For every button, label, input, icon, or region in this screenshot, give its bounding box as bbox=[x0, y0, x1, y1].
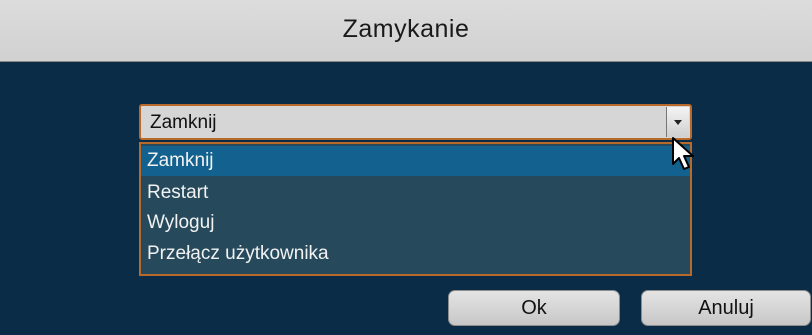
cancel-button[interactable]: Anuluj bbox=[641, 290, 811, 326]
dropdown-option-zamknij[interactable]: Zamknij bbox=[141, 146, 690, 176]
dropdown-toggle-button[interactable] bbox=[666, 107, 689, 137]
ok-button[interactable]: Ok bbox=[448, 290, 620, 326]
chevron-down-icon bbox=[674, 120, 682, 125]
dropdown-option-wyloguj[interactable]: Wyloguj bbox=[141, 208, 690, 238]
shutdown-mode-dropdown-list: Zamknij Restart Wyloguj Przełącz użytkow… bbox=[139, 142, 692, 276]
mouse-cursor-icon bbox=[672, 137, 694, 170]
dialog-titlebar: Zamykanie bbox=[0, 0, 812, 62]
dropdown-option-restart[interactable]: Restart bbox=[141, 178, 690, 208]
shutdown-mode-value: Zamknij bbox=[150, 112, 217, 133]
dialog-title: Zamykanie bbox=[342, 15, 470, 43]
shutdown-mode-select[interactable]: Zamknij bbox=[139, 104, 692, 140]
dropdown-option-switch-user[interactable]: Przełącz użytkownika bbox=[141, 239, 690, 269]
